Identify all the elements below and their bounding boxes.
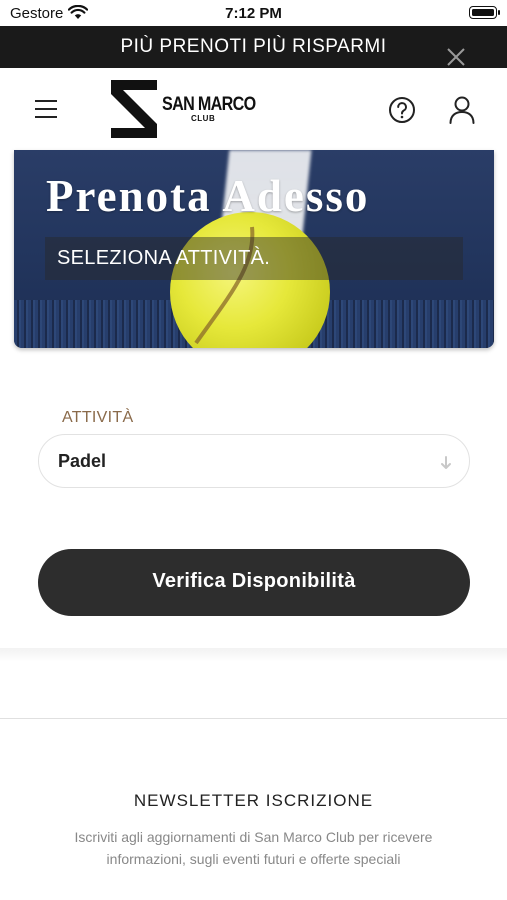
section-shadow — [0, 648, 507, 662]
menu-icon[interactable] — [33, 99, 59, 119]
close-icon[interactable] — [444, 45, 468, 69]
user-icon[interactable] — [448, 95, 476, 125]
promo-text: PIÙ PRENOTI PIÙ RISPARMI — [120, 36, 387, 57]
verify-button-label: Verifica Disponibilità — [152, 570, 356, 592]
hero-title: Prenota Adesso — [46, 171, 370, 221]
activity-label: ATTIVITÀ — [62, 409, 134, 426]
clock: 7:12 PM — [225, 5, 282, 22]
verify-availability-button[interactable]: Verifica Disponibilità — [38, 549, 470, 616]
logo-name: SAN MARCO — [162, 94, 256, 115]
promo-banner: PIÙ PRENOTI PIÙ RISPARMI — [0, 26, 507, 68]
status-bar: Gestore 7:12 PM — [0, 0, 507, 26]
hero-banner: Prenota Adesso SELEZIONA ATTIVITÀ. — [14, 150, 494, 348]
battery-icon — [469, 6, 500, 19]
divider — [0, 718, 507, 719]
arrow-down-icon[interactable] — [439, 455, 453, 471]
newsletter-title: NEWSLETTER ISCRIZIONE — [133, 791, 374, 810]
activity-select-value[interactable]: Padel — [58, 451, 106, 472]
logo-sub: CLUB — [191, 114, 216, 123]
hero-subtitle: SELEZIONA ATTIVITÀ. — [57, 247, 271, 269]
newsletter-text: Iscriviti agli aggiornamenti di San Marc… — [74, 829, 433, 867]
logo-mark-icon — [109, 78, 159, 140]
help-icon[interactable] — [388, 96, 416, 124]
logo[interactable]: SAN MARCO CLUB — [109, 78, 256, 140]
